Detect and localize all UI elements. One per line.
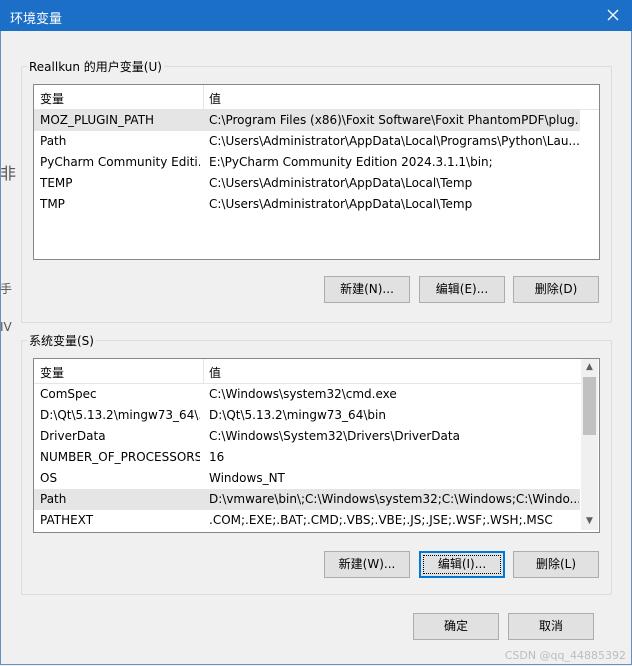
user-variables-list[interactable]: 变量 值 MOZ_PLUGIN_PATH C:\Program Files (x…	[33, 84, 600, 260]
cancel-button[interactable]: 取消	[508, 613, 594, 640]
variable-name: D:\Qt\5.13.2\mingw73_64\...	[40, 408, 200, 422]
variable-name: PyCharm Community Editi...	[40, 155, 200, 169]
table-row[interactable]: D:\Qt\5.13.2\mingw73_64\... D:\Qt\5.13.2…	[34, 405, 580, 426]
scroll-up-arrow-icon[interactable]: ▲	[581, 359, 598, 376]
variable-name: PATHEXT	[40, 513, 94, 527]
table-row[interactable]: PyCharm Community Editi... E:\PyCharm Co…	[34, 152, 580, 173]
user-delete-button[interactable]: 删除(D)	[513, 276, 599, 303]
close-button[interactable]	[602, 4, 624, 26]
variable-value: C:\Windows\System32\Drivers\DriverData	[209, 429, 460, 443]
table-row[interactable]: ComSpec C:\Windows\system32\cmd.exe	[34, 384, 580, 405]
variable-value: 16	[209, 450, 225, 464]
variable-value: D:\Qt\5.13.2\mingw73_64\bin	[209, 408, 386, 422]
list-header: 变量 值	[34, 85, 599, 110]
column-header-variable[interactable]: 变量	[40, 90, 64, 107]
column-header-value[interactable]: 值	[209, 90, 221, 107]
system-new-button[interactable]: 新建(W)...	[324, 551, 410, 578]
table-row[interactable]: NUMBER_OF_PROCESSORS 16	[34, 447, 580, 468]
table-row[interactable]: DriverData C:\Windows\System32\Drivers\D…	[34, 426, 580, 447]
variable-value: E:\PyCharm Community Edition 2024.3.1.1\…	[209, 155, 493, 169]
variable-name: TMP	[40, 197, 65, 211]
title-bar: 环境变量	[0, 0, 632, 31]
variable-value: D:\vmware\bin\;C:\Windows\system32;C:\Wi…	[209, 492, 579, 506]
background-fragment: 非	[0, 164, 17, 183]
system-variables-label: 系统变量(S)	[27, 332, 96, 349]
close-icon	[607, 9, 619, 21]
vertical-scrollbar[interactable]: ▲ ▼	[581, 359, 598, 530]
column-separator[interactable]	[203, 85, 204, 109]
variable-name: DriverData	[40, 429, 106, 443]
table-row[interactable]: Path D:\vmware\bin\;C:\Windows\system32;…	[34, 489, 580, 510]
user-new-button[interactable]: 新建(N)...	[324, 276, 410, 303]
variable-name: OS	[40, 471, 58, 485]
variable-name: NUMBER_OF_PROCESSORS	[40, 450, 200, 464]
table-row[interactable]: TMP C:\Users\Administrator\AppData\Local…	[34, 194, 580, 215]
scrollbar-thumb[interactable]	[583, 377, 596, 435]
variable-value: C:\Users\Administrator\AppData\Local\Tem…	[209, 197, 473, 211]
system-edit-button[interactable]: 编辑(I)...	[419, 551, 505, 578]
user-edit-button[interactable]: 编辑(E)...	[419, 276, 505, 303]
variable-name: MOZ_PLUGIN_PATH	[40, 113, 155, 127]
column-header-variable[interactable]: 变量	[40, 364, 64, 381]
system-variables-list[interactable]: 变量 值 ComSpec C:\Windows\system32\cmd.exe…	[33, 358, 600, 533]
table-row[interactable]: OS Windows_NT	[34, 468, 580, 489]
column-header-value[interactable]: 值	[209, 364, 221, 381]
table-row[interactable]: MOZ_PLUGIN_PATH C:\Program Files (x86)\F…	[34, 110, 580, 131]
variable-value: .COM;.EXE;.BAT;.CMD;.VBS;.VBE;.JS;.JSE;.…	[209, 513, 553, 527]
table-row[interactable]: Path C:\Users\Administrator\AppData\Loca…	[34, 131, 580, 152]
variable-name: TEMP	[40, 176, 73, 190]
list-header: 变量 值	[34, 359, 582, 384]
variable-name: ComSpec	[40, 387, 97, 401]
window-title: 环境变量	[10, 12, 63, 27]
system-edit-label: 编辑(I)...	[437, 557, 487, 571]
system-delete-button[interactable]: 删除(L)	[513, 551, 599, 578]
watermark: CSDN @qq_44885392	[504, 649, 626, 662]
ok-button[interactable]: 确定	[413, 613, 499, 640]
table-row[interactable]: TEMP C:\Users\Administrator\AppData\Loca…	[34, 173, 580, 194]
user-variables-label: Reallkun 的用户变量(U)	[27, 58, 164, 75]
variable-name: Path	[40, 492, 67, 506]
table-row[interactable]: PATHEXT .COM;.EXE;.BAT;.CMD;.VBS;.VBE;.J…	[34, 510, 580, 531]
variable-value: C:\Program Files (x86)\Foxit Software\Fo…	[209, 113, 579, 127]
background-fragment: IV	[0, 320, 12, 334]
variable-value: Windows_NT	[209, 471, 285, 485]
variable-name: Path	[40, 134, 67, 148]
variable-value: C:\Windows\system32\cmd.exe	[209, 387, 397, 401]
scroll-down-arrow-icon[interactable]: ▼	[581, 513, 598, 530]
variable-value: C:\Users\Administrator\AppData\Local\Pro…	[209, 134, 579, 148]
variable-value: C:\Users\Administrator\AppData\Local\Tem…	[209, 176, 473, 190]
column-separator[interactable]	[203, 359, 204, 383]
background-fragment: 手	[0, 282, 13, 296]
